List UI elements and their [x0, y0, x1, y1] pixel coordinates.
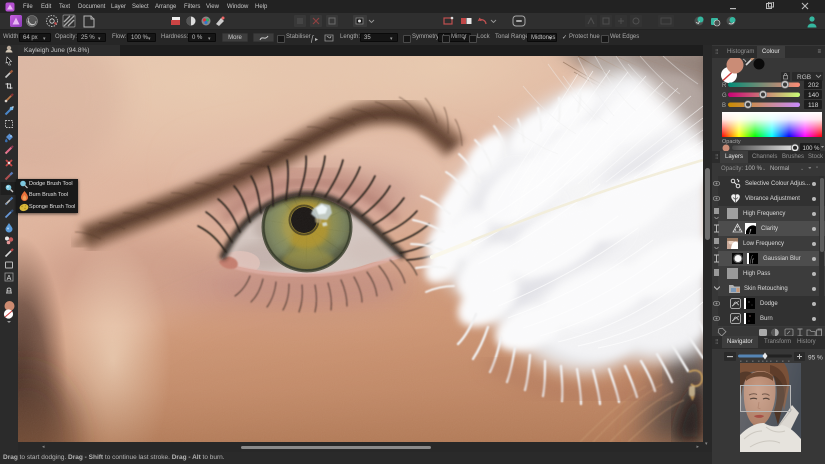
- svg-text:▸: ▸: [315, 37, 318, 43]
- svg-text:140: 140: [808, 92, 819, 99]
- svg-text:118: 118: [808, 102, 819, 109]
- svg-text:Opacity: Opacity: [722, 139, 741, 145]
- svg-text:R: R: [722, 83, 727, 89]
- svg-text:RGB: RGB: [797, 74, 811, 81]
- svg-text:202: 202: [808, 82, 819, 89]
- svg-text:ƒ: ƒ: [749, 229, 752, 234]
- svg-text:A: A: [7, 275, 12, 282]
- svg-text:G: G: [722, 93, 727, 99]
- svg-text:95 %: 95 %: [808, 355, 823, 362]
- svg-text:ƒ: ƒ: [752, 259, 755, 265]
- svg-text:B: B: [722, 103, 726, 109]
